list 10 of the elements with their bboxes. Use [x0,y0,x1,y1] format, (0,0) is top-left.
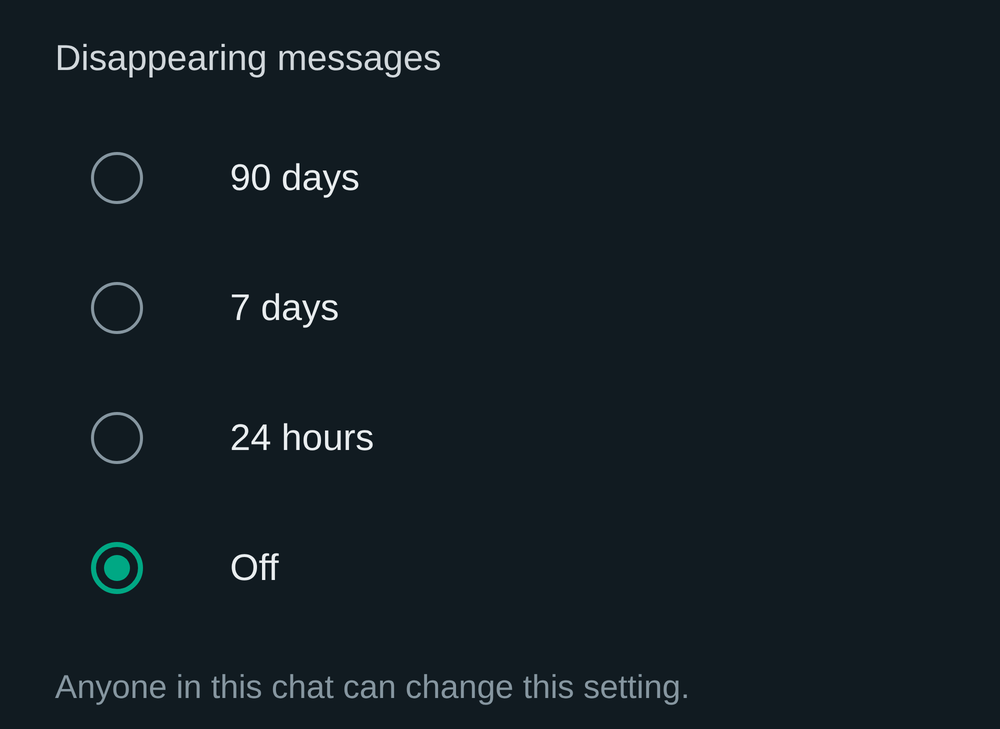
radio-button[interactable] [91,542,143,594]
option-label[interactable]: Off [230,547,279,589]
option-label[interactable]: 7 days [230,287,340,329]
option-label[interactable]: 90 days [230,157,360,199]
dialog-title: Disappearing messages [55,36,442,80]
footer-note: Anyone in this chat can change this setting. [55,667,691,707]
option-label[interactable]: 24 hours [230,417,374,459]
radio-button[interactable] [91,152,143,204]
radio-button[interactable] [91,412,143,464]
radio-button[interactable] [91,282,143,334]
